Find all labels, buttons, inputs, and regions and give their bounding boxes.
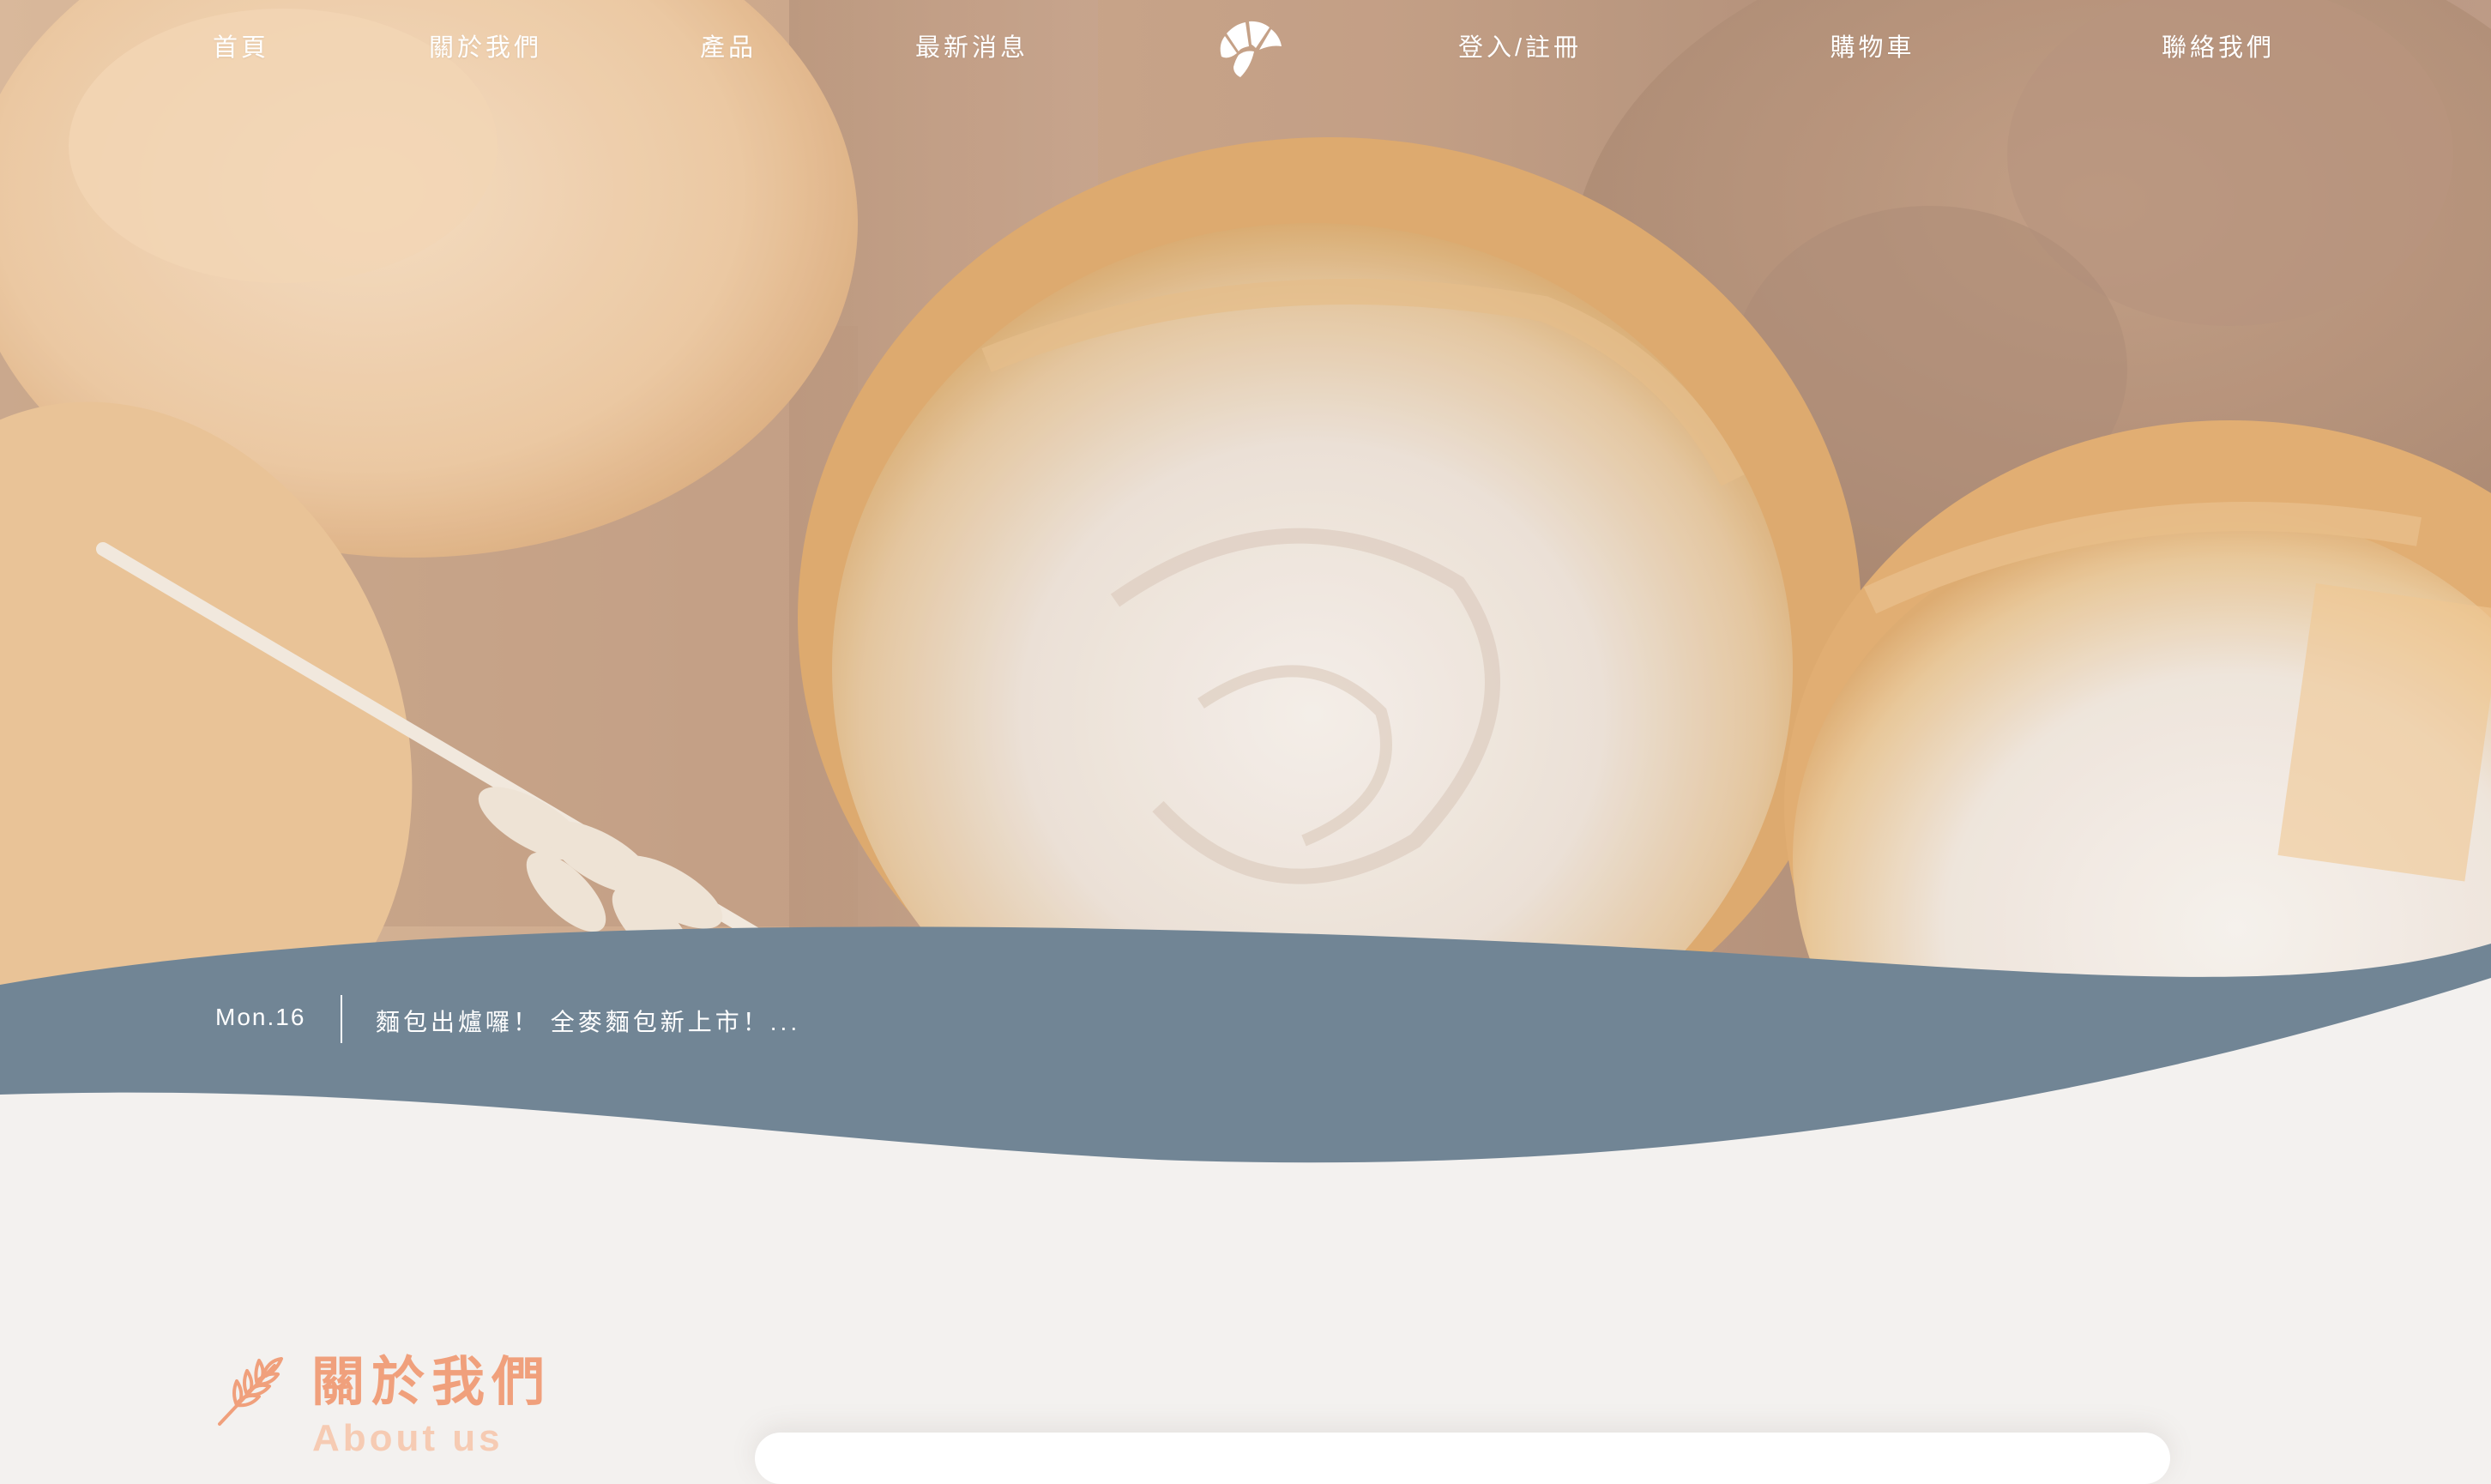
about-section-heading: 關於我們 About us [214, 1338, 643, 1459]
nav-contact[interactable]: 聯絡我們 [2162, 29, 2275, 67]
about-card [755, 1433, 2170, 1484]
wave-divider [0, 926, 2491, 1451]
news-ticker: Mon.16 麵包出爐囉！ 全麥麵包新上市！... [0, 995, 1201, 1047]
news-headline-link[interactable]: 麵包出爐囉！ 全麥麵包新上市！... [376, 1004, 800, 1038]
nav-news[interactable]: 最新消息 [915, 29, 1028, 67]
nav-home[interactable]: 首頁 [213, 29, 269, 67]
nav-about[interactable]: 關於我們 [429, 29, 542, 67]
about-title: 關於我們 [311, 1353, 552, 1412]
about-subtitle: About us [312, 1417, 504, 1459]
wheat-icon [218, 1357, 283, 1426]
nav-login-register[interactable]: 登入/註冊 [1458, 29, 1582, 67]
croissant-icon[interactable] [1216, 19, 1285, 81]
main-nav: 首頁 關於我們 產品 最新消息 登入/註冊 購物車 聯絡我們 [0, 0, 2491, 94]
news-date: Mon.16 [215, 1004, 306, 1030]
nav-products[interactable]: 產品 [700, 29, 757, 67]
nav-cart[interactable]: 購物車 [1830, 29, 1915, 67]
news-divider [341, 995, 342, 1043]
